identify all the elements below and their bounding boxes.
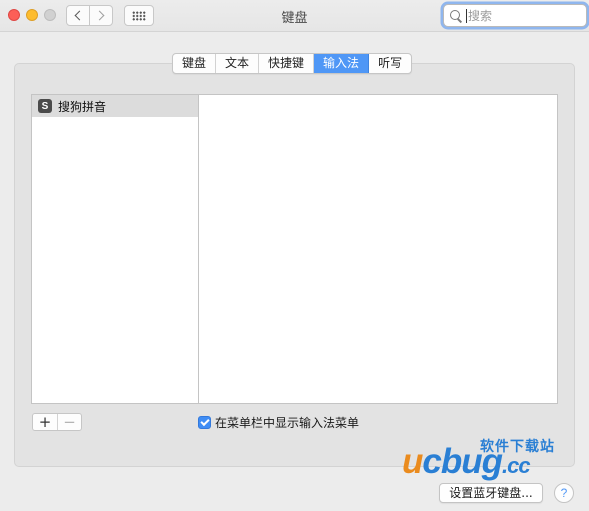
remove-input-source-button[interactable]: − xyxy=(57,414,81,430)
search-input[interactable] xyxy=(466,8,576,23)
show-in-menu-bar-row: 在菜单栏中显示输入法菜单 xyxy=(198,414,359,431)
tab-dictation[interactable]: 听写 xyxy=(369,54,411,73)
tab-bar: 键盘 文本 快捷键 输入法 听写 xyxy=(172,53,413,74)
list-item-label: 搜狗拼音 xyxy=(58,99,107,114)
input-source-list[interactable]: S 搜狗拼音 xyxy=(31,94,199,404)
tab-text[interactable]: 文本 xyxy=(216,54,260,73)
list-edit-controls: + − xyxy=(32,413,82,431)
add-input-source-button[interactable]: + xyxy=(33,414,57,430)
help-button[interactable]: ? xyxy=(554,483,574,503)
show-in-menu-bar-checkbox[interactable] xyxy=(198,416,211,429)
tab-shortcuts[interactable]: 快捷键 xyxy=(259,54,315,73)
tab-keyboard[interactable]: 键盘 xyxy=(173,54,217,73)
sogou-s-icon: S xyxy=(38,99,52,113)
show-in-menu-bar-label[interactable]: 在菜单栏中显示输入法菜单 xyxy=(215,414,359,431)
list-item[interactable]: S 搜狗拼音 xyxy=(32,95,198,117)
search-field[interactable] xyxy=(443,4,587,27)
title-bar: 键盘 xyxy=(0,0,589,32)
tab-input-sources[interactable]: 输入法 xyxy=(314,54,370,73)
search-icon xyxy=(450,9,462,22)
setup-bluetooth-keyboard-button[interactable]: 设置蓝牙键盘... xyxy=(439,483,543,503)
input-source-detail xyxy=(198,94,558,404)
